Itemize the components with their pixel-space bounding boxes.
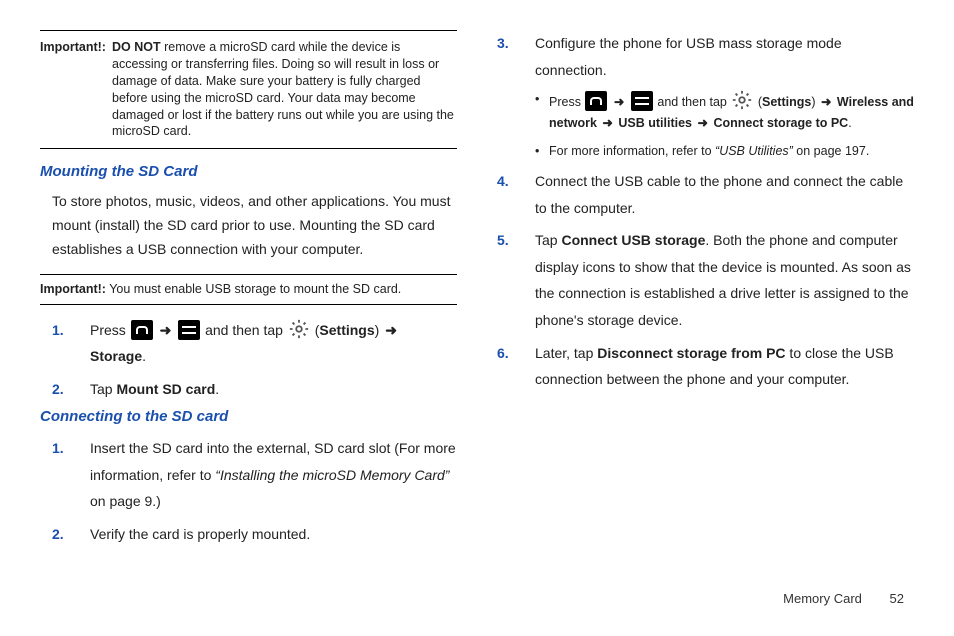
rstep-6: 6. Later, tap Disconnect storage from PC… [497, 340, 914, 393]
page-footer: Memory Card 52 [783, 591, 904, 606]
menu-icon [178, 320, 200, 340]
important-box-1: Important!: DO NOT remove a microSD card… [40, 30, 457, 149]
right-steps: 3. Configure the phone for USB mass stor… [497, 30, 914, 393]
step-1: 1. Press ➜ and then tap (Settings) ➜ Sto… [52, 317, 457, 370]
menu-icon [631, 91, 653, 111]
left-column: Important!: DO NOT remove a microSD card… [40, 30, 457, 554]
rstep-4: 4. Connect the USB cable to the phone an… [497, 168, 914, 221]
rstep-3: 3. Configure the phone for USB mass stor… [497, 30, 914, 162]
home-icon [131, 320, 153, 340]
sub-b: For more information, refer to “USB Util… [535, 141, 914, 162]
arrow-icon: ➜ [160, 322, 172, 338]
footer-section: Memory Card [783, 591, 862, 606]
gear-icon [288, 318, 310, 338]
page-content: Important!: DO NOT remove a microSD card… [0, 0, 954, 554]
substeps: Press ➜ and then tap (Settings) ➜ Wirele… [535, 89, 914, 162]
connect-steps: 1. Insert the SD card into the external,… [52, 435, 457, 547]
step-2: 2. Tap Mount SD card. [52, 376, 457, 403]
right-column: 3. Configure the phone for USB mass stor… [497, 30, 914, 554]
important-box-2: Important!: You must enable USB storage … [40, 274, 457, 305]
mounting-title: Mounting the SD Card [40, 163, 457, 180]
rstep-5: 5. Tap Connect USB storage. Both the pho… [497, 227, 914, 333]
cstep-1: 1. Insert the SD card into the external,… [52, 435, 457, 515]
important-body: DO NOT remove a microSD card while the d… [112, 39, 457, 140]
home-icon [585, 91, 607, 111]
sub-a: Press ➜ and then tap (Settings) ➜ Wirele… [535, 89, 914, 135]
cstep-2: 2. Verify the card is properly mounted. [52, 521, 457, 548]
page-number: 52 [890, 591, 904, 606]
gear-icon [731, 89, 753, 109]
mounting-para: To store photos, music, videos, and othe… [52, 190, 457, 261]
important-label: Important!: [40, 39, 106, 56]
mount-steps: 1. Press ➜ and then tap (Settings) ➜ Sto… [52, 317, 457, 403]
connecting-title: Connecting to the SD card [40, 408, 457, 425]
